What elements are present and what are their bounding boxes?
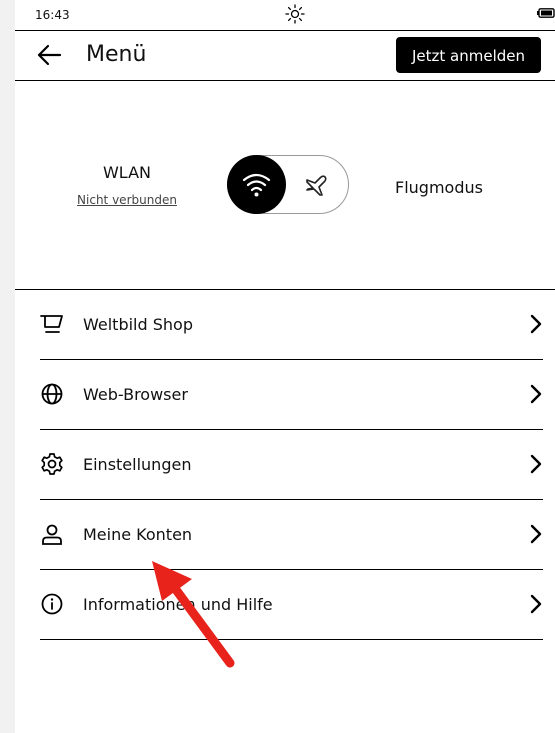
menu-item-browser[interactable]: Web-Browser [40,360,543,430]
gear-icon [41,453,63,475]
left-edge [0,0,15,733]
menu-item-accounts[interactable]: Meine Konten [40,500,543,570]
menu-item-shop[interactable]: Weltbild Shop [40,290,543,360]
connectivity-panel: WLAN Nicht verbunden Flugmodus [15,81,555,290]
app-header: Menü Jetzt anmelden [15,31,555,81]
back-arrow-icon[interactable] [35,41,63,69]
chevron-right-icon [530,524,542,544]
menu-item-info[interactable]: Informationen und Hilfe [40,570,543,640]
status-bar: 16:43 [15,0,555,31]
clock: 16:43 [35,8,70,22]
page-title: Menü [86,42,147,67]
brightness-icon[interactable] [285,4,305,24]
main-menu: Weltbild Shop Web-Browser Einstellungen [15,290,555,640]
airplane-icon [306,175,327,196]
chevron-right-icon [530,384,542,404]
menu-item-settings[interactable]: Einstellungen [40,430,543,500]
wlan-flight-toggle[interactable] [227,155,349,214]
wlan-status-link[interactable]: Nicht verbunden [61,193,193,207]
menu-item-label: Meine Konten [83,525,193,544]
chevron-right-icon [530,314,542,334]
menu-item-label: Web-Browser [83,385,188,404]
menu-item-label: Informationen und Hilfe [83,595,273,614]
flight-mode-label: Flugmodus [395,178,483,197]
battery-icon [537,8,555,18]
wlan-label: WLAN [102,163,151,182]
menu-item-label: Weltbild Shop [83,315,193,334]
menu-item-label: Einstellungen [83,455,192,474]
user-icon [42,524,62,545]
chevron-right-icon [530,594,542,614]
cart-icon [40,315,63,333]
toggle-knob [227,155,286,214]
chevron-right-icon [530,454,542,474]
login-button[interactable]: Jetzt anmelden [396,37,541,73]
info-icon [41,593,63,615]
globe-icon [41,383,63,405]
wifi-icon [242,173,271,197]
